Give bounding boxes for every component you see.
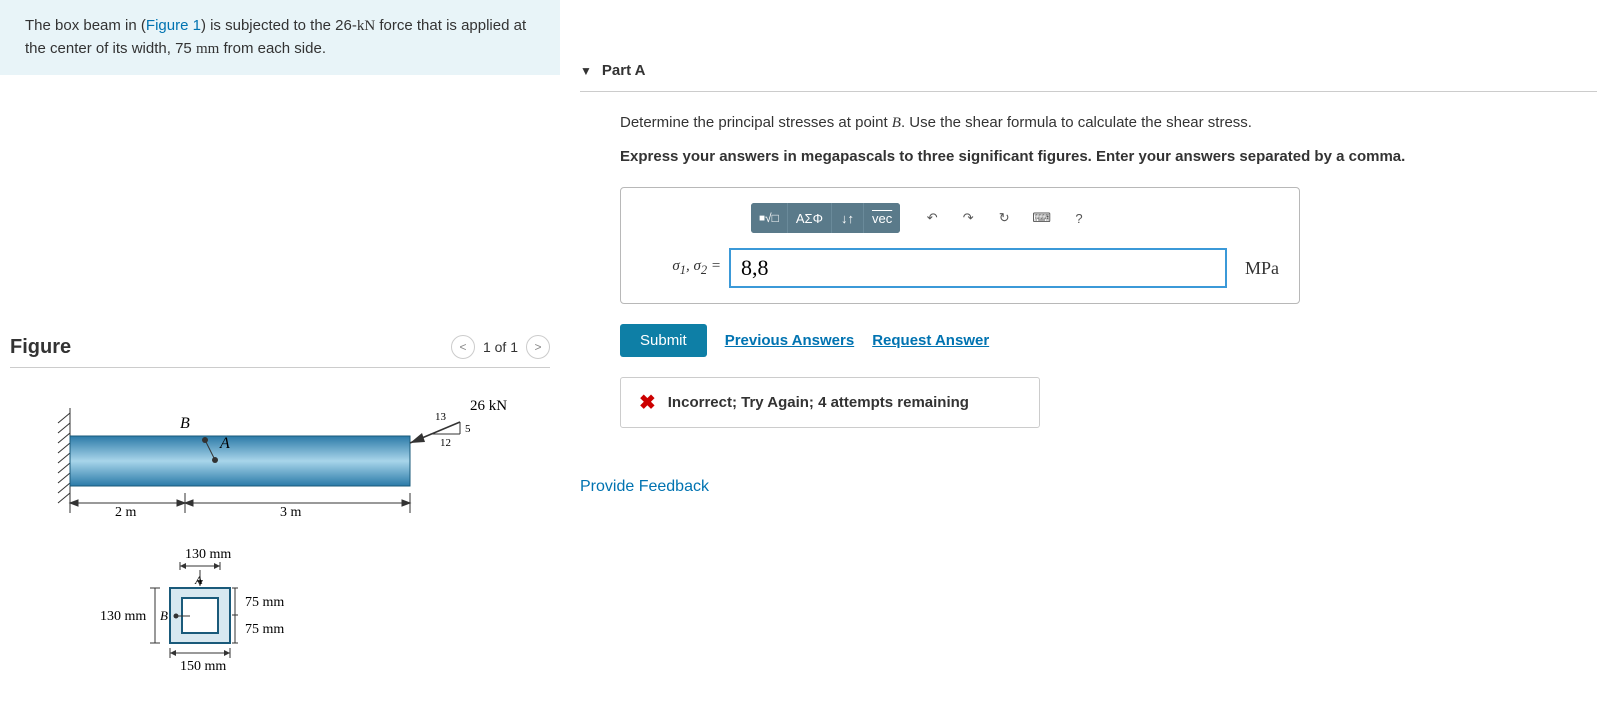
answer-box: ■√□ ΑΣΦ ↓↑ vec ↶ ↷ ↻ ⌨ ? σ1, σ2 = MPa	[620, 187, 1300, 304]
redo-button[interactable]: ↷	[952, 203, 984, 233]
reset-button[interactable]: ↻	[988, 203, 1020, 233]
collapse-icon: ▼	[580, 64, 592, 78]
request-answer-link[interactable]: Request Answer	[872, 332, 989, 349]
part-instruction-bold: Express your answers in megapascals to t…	[620, 146, 1597, 167]
point-b-label: B	[180, 415, 190, 432]
equation-toolbar: ■√□ ΑΣΦ ↓↑ vec ↶ ↷ ↻ ⌨ ?	[751, 203, 1279, 233]
incorrect-icon: ✖	[639, 390, 656, 415]
svg-text:B: B	[160, 608, 168, 623]
svg-text:75 mm: 75 mm	[245, 622, 284, 637]
svg-text:130 mm: 130 mm	[100, 609, 146, 624]
svg-text:75 mm: 75 mm	[245, 595, 284, 610]
vec-button[interactable]: vec	[864, 203, 900, 233]
point-a-label: A	[219, 435, 230, 452]
sigma-label: σ1, σ2 =	[641, 258, 721, 278]
svg-text:A: A	[194, 573, 203, 587]
undo-button[interactable]: ↶	[916, 203, 948, 233]
svg-text:5: 5	[465, 423, 471, 435]
part-title: Part A	[602, 62, 646, 79]
feedback-box: ✖ Incorrect; Try Again; 4 attempts remai…	[620, 377, 1040, 428]
figure-next-button[interactable]: >	[526, 335, 550, 359]
svg-text:13: 13	[435, 411, 447, 423]
part-header[interactable]: ▼ Part A	[580, 50, 1597, 92]
svg-text:12: 12	[440, 437, 451, 449]
figure-title: Figure	[10, 336, 71, 359]
keyboard-button[interactable]: ⌨	[1024, 203, 1059, 233]
figure-prev-button[interactable]: <	[451, 335, 475, 359]
svg-text:150 mm: 150 mm	[180, 659, 226, 674]
unit-label: MPa	[1245, 258, 1279, 279]
provide-feedback-link[interactable]: Provide Feedback	[580, 478, 709, 496]
feedback-text: Incorrect; Try Again; 4 attempts remaini…	[668, 394, 969, 411]
dim-2m: 2 m	[115, 505, 137, 520]
submit-button[interactable]: Submit	[620, 324, 707, 357]
subscript-button[interactable]: ↓↑	[832, 203, 864, 233]
part-instruction: Determine the principal stresses at poin…	[620, 112, 1597, 134]
problem-text: The box beam in (	[25, 17, 146, 34]
force-label: 26 kN	[470, 398, 507, 414]
figure-link[interactable]: Figure 1	[146, 17, 201, 34]
figure-pager-text: 1 of 1	[483, 339, 518, 355]
templates-button[interactable]: ■√□	[751, 203, 788, 233]
figure-image: B A 26 kN 13 5 12	[10, 388, 550, 718]
greek-button[interactable]: ΑΣΦ	[788, 203, 832, 233]
help-button[interactable]: ?	[1063, 203, 1095, 233]
dim-3m: 3 m	[280, 505, 302, 520]
svg-text:130 mm: 130 mm	[185, 547, 231, 562]
answer-input[interactable]	[729, 248, 1227, 288]
problem-statement: The box beam in (Figure 1) is subjected …	[0, 0, 560, 75]
previous-answers-link[interactable]: Previous Answers	[725, 332, 855, 349]
